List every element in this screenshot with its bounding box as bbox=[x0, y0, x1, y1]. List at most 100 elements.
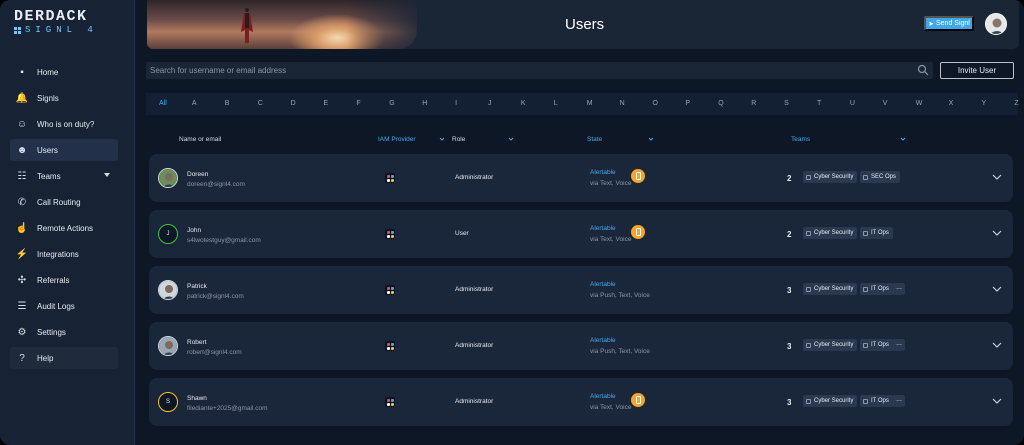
alphabet-filter-r[interactable]: R bbox=[751, 100, 756, 107]
sidebar-item-call-routing[interactable]: ✆ Call Routing bbox=[10, 191, 118, 213]
alphabet-filter-s[interactable]: S bbox=[784, 100, 789, 107]
signl4-iam-provider-icon bbox=[385, 285, 395, 295]
table-row[interactable]: Patrick patrick@signl4.com Administrator Al… bbox=[149, 266, 1013, 314]
alphabet-filter-a[interactable]: A bbox=[192, 100, 197, 107]
alphabet-filter-o[interactable]: O bbox=[653, 100, 658, 107]
chevron-down-icon[interactable] bbox=[992, 397, 1002, 405]
column-state-header[interactable]: State bbox=[587, 136, 602, 143]
alphabet-filter-x[interactable]: X bbox=[949, 100, 954, 107]
user-name[interactable]: John bbox=[187, 227, 201, 234]
mobile-phone-icon bbox=[631, 169, 645, 183]
search-icon[interactable] bbox=[917, 64, 929, 76]
alphabet-filter-i[interactable]: I bbox=[455, 100, 457, 107]
alphabet-filter-z[interactable]: Z bbox=[1014, 100, 1018, 107]
team-checkbox-icon bbox=[863, 174, 868, 180]
sidebar-item-label: Settings bbox=[37, 327, 66, 337]
alphabet-filter-h[interactable]: H bbox=[422, 100, 427, 107]
sidebar-item-remote-actions[interactable]: ☝ Remote Actions bbox=[10, 217, 118, 239]
sidebar-item-integrations[interactable]: ⚡ Integrations bbox=[10, 243, 118, 265]
team-chip[interactable]: IT Ops bbox=[860, 227, 893, 239]
alphabet-filter-n[interactable]: N bbox=[620, 100, 625, 107]
invite-user-button[interactable]: Invite User bbox=[940, 62, 1014, 79]
alphabet-filter-t[interactable]: T bbox=[817, 100, 821, 107]
sidebar-item-teams[interactable]: ☷ Teams bbox=[10, 165, 118, 187]
sidebar-item-users[interactable]: ☻ Users bbox=[10, 139, 118, 161]
team-chip[interactable]: Cyber Security bbox=[803, 339, 858, 351]
chevron-down-icon[interactable] bbox=[992, 341, 1002, 349]
alphabet-filter-m[interactable]: M bbox=[587, 100, 593, 107]
alphabet-filter-g[interactable]: G bbox=[389, 100, 394, 107]
team-chip[interactable]: IT Ops bbox=[860, 283, 893, 295]
user-name[interactable]: Robert bbox=[187, 339, 207, 346]
user-state: Alertable bbox=[590, 281, 616, 288]
chevron-down-icon[interactable] bbox=[992, 173, 1002, 181]
user-email: doreen@signl4.com bbox=[187, 181, 245, 188]
table-row[interactable]: S Shawn filediante+2025@gmail.com Administr… bbox=[149, 378, 1013, 426]
team-chip[interactable]: Cyber Security bbox=[803, 171, 858, 183]
alphabet-filter-e[interactable]: E bbox=[324, 100, 329, 107]
signl4-iam-provider-icon bbox=[385, 397, 395, 407]
alphabet-filter-q[interactable]: Q bbox=[718, 100, 723, 107]
alphabet-filter-y[interactable]: Y bbox=[982, 100, 987, 107]
alphabet-filter-p[interactable]: P bbox=[685, 100, 690, 107]
user-name[interactable]: Patrick bbox=[187, 283, 207, 290]
teams-sort-chevron-icon[interactable] bbox=[900, 136, 906, 142]
search-input[interactable] bbox=[146, 62, 933, 79]
alphabet-filter-j[interactable]: J bbox=[488, 100, 492, 107]
help-icon: ? bbox=[19, 352, 25, 364]
alphabet-filter-b[interactable]: B bbox=[225, 100, 230, 107]
sidebar-item-label: Signls bbox=[37, 93, 59, 103]
alphabet-filter-u[interactable]: U bbox=[850, 100, 855, 107]
team-chip[interactable]: IT Ops bbox=[860, 395, 893, 407]
page-title: Users bbox=[565, 16, 605, 33]
team-chip[interactable]: Cyber Security bbox=[803, 395, 858, 407]
alphabet-filter-d[interactable]: D bbox=[291, 100, 296, 107]
state-sort-chevron-icon[interactable] bbox=[648, 136, 654, 142]
column-teams-header[interactable]: Teams bbox=[791, 136, 810, 143]
hand-icon: ☝ bbox=[15, 222, 29, 234]
sidebar-item-label: Home bbox=[37, 67, 59, 77]
team-chip[interactable]: IT Ops bbox=[860, 339, 893, 351]
column-name-header[interactable]: Name or email bbox=[179, 136, 221, 143]
alphabet-filter-k[interactable]: K bbox=[521, 100, 526, 107]
more-teams-button[interactable]: ... bbox=[893, 339, 905, 351]
send-signl-button[interactable]: ➤ Send Signl bbox=[924, 16, 974, 31]
derdack-signl4-logo[interactable]: DERDACK SIGNL 4 bbox=[14, 8, 124, 38]
sidebar-item-referrals[interactable]: ✣ Referrals bbox=[10, 269, 118, 291]
user-name[interactable]: Shawn bbox=[187, 395, 207, 402]
iam-sort-chevron-icon[interactable] bbox=[439, 136, 445, 142]
chevron-down-icon[interactable] bbox=[992, 229, 1002, 237]
alphabet-filter-v[interactable]: V bbox=[883, 100, 888, 107]
column-iam-header[interactable]: IAM Provider bbox=[378, 136, 416, 143]
team-count: 3 bbox=[787, 398, 792, 407]
table-row[interactable]: Robert robert@signl4.com Administrator Aler… bbox=[149, 322, 1013, 370]
caret-down-icon[interactable] bbox=[104, 173, 110, 177]
user-name[interactable]: Doreen bbox=[187, 171, 208, 178]
team-checkbox-icon bbox=[806, 342, 811, 348]
table-row[interactable]: J John s4lwotestguy@gmail.com User Alertable… bbox=[149, 210, 1013, 258]
team-chip[interactable]: Cyber Security bbox=[803, 227, 858, 239]
role-sort-chevron-icon[interactable] bbox=[508, 136, 514, 142]
sidebar-item-audit-logs[interactable]: ☰ Audit Logs bbox=[10, 295, 118, 317]
column-role-header[interactable]: Role bbox=[452, 136, 465, 143]
account-avatar[interactable] bbox=[985, 13, 1007, 35]
alphabet-filter-l[interactable]: L bbox=[554, 100, 558, 107]
sidebar-item-settings[interactable]: ⚙ Settings bbox=[10, 321, 118, 343]
team-chip[interactable]: Cyber Security bbox=[803, 283, 858, 295]
logo-subtitle: SIGNL 4 bbox=[14, 25, 124, 35]
alphabet-filter-w[interactable]: W bbox=[916, 100, 923, 107]
more-teams-button[interactable]: ... bbox=[893, 395, 905, 407]
table-row[interactable]: Doreen doreen@signl4.com Administrator Aler… bbox=[149, 154, 1013, 202]
alphabet-filter-c[interactable]: C bbox=[258, 100, 263, 107]
team-chip[interactable]: SEC Ops bbox=[860, 171, 901, 183]
alphabet-filter-f[interactable]: F bbox=[356, 100, 360, 107]
sidebar-item-who-is-on-duty[interactable]: ☺ Who is on duty? bbox=[10, 113, 118, 135]
team-chip-label: Cyber Security bbox=[814, 230, 854, 236]
more-teams-button[interactable]: ... bbox=[893, 283, 905, 295]
sidebar-item-signls[interactable]: 🔔 Signls bbox=[10, 87, 118, 109]
alphabet-filter-all[interactable]: All bbox=[159, 100, 167, 107]
team-chip-label: Cyber Security bbox=[814, 398, 854, 404]
chevron-down-icon[interactable] bbox=[992, 285, 1002, 293]
sidebar-item-help[interactable]: ? Help bbox=[10, 347, 118, 369]
sidebar-item-home[interactable]: ▪ Home bbox=[10, 61, 118, 83]
